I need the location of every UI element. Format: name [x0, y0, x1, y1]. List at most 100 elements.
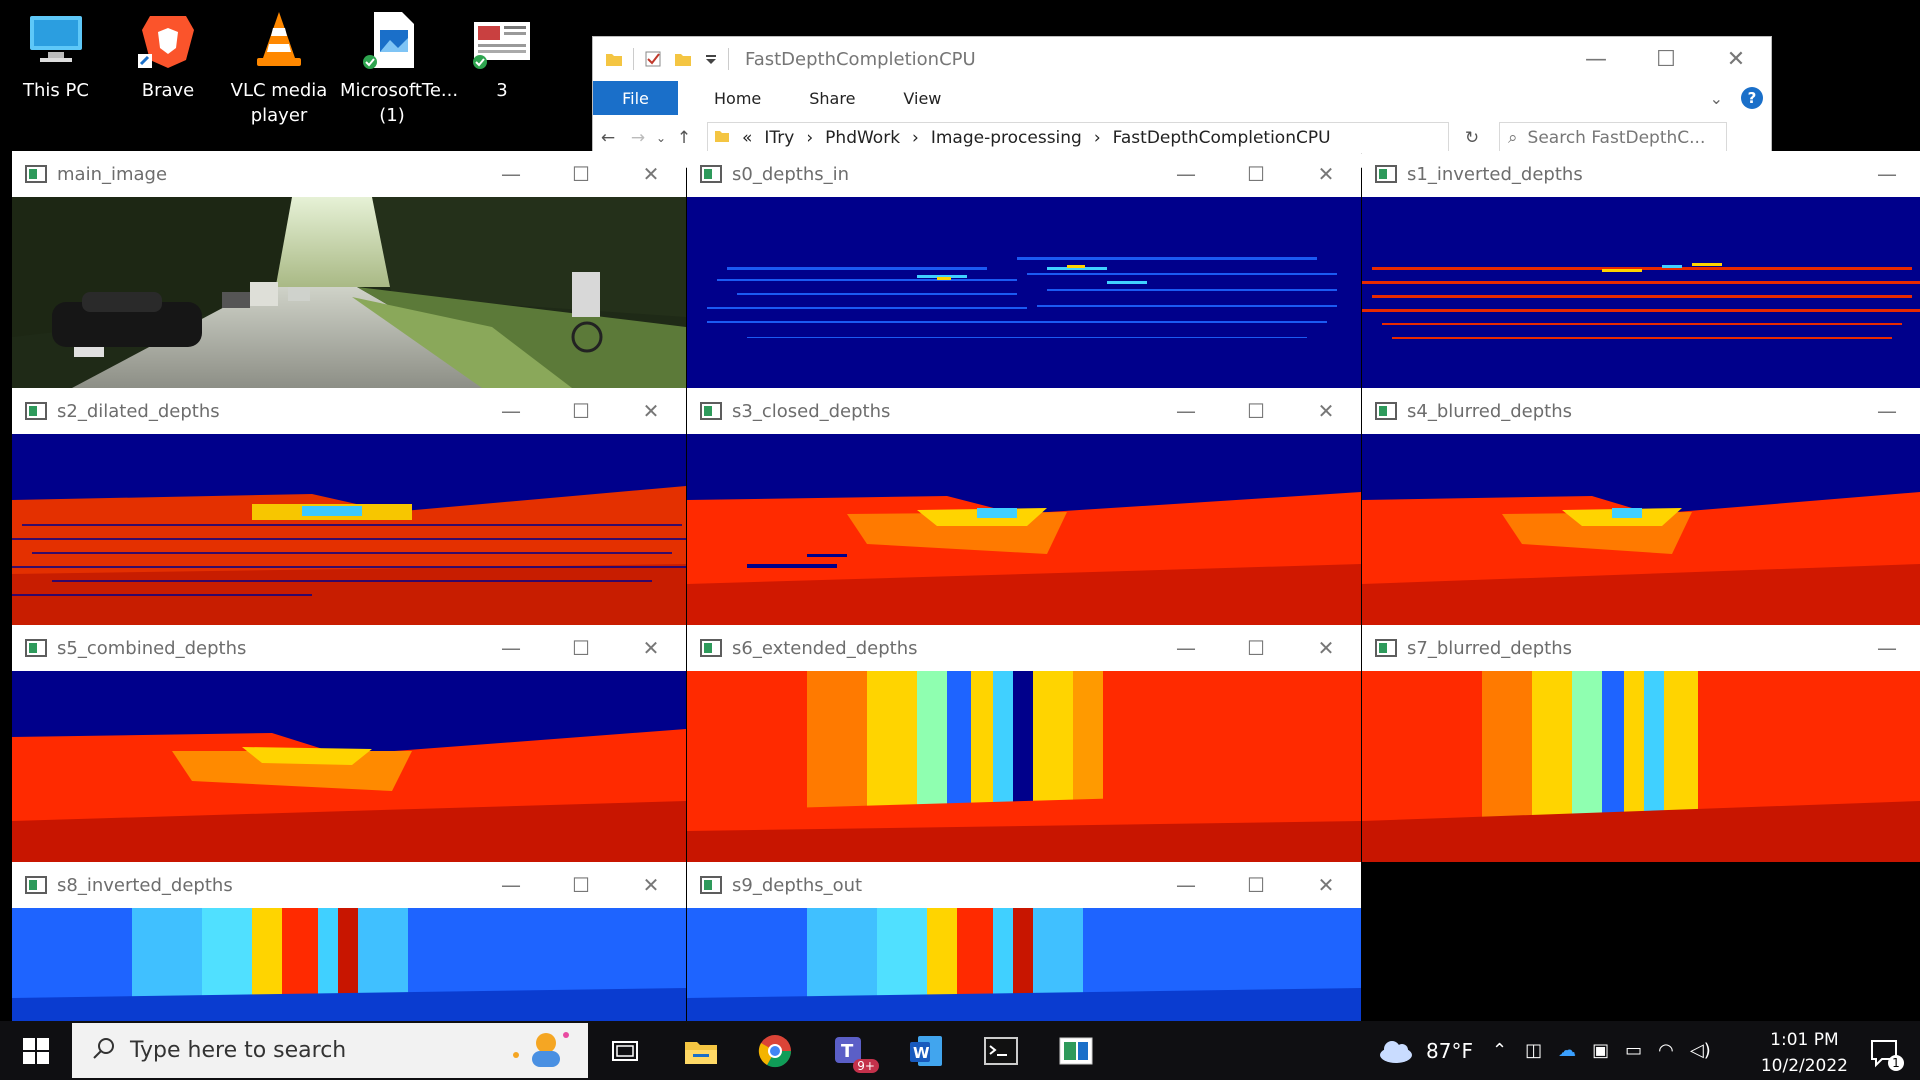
main-image-canvas	[12, 197, 686, 388]
maximize-button[interactable]: ☐	[546, 636, 616, 660]
maximize-button[interactable]: ☐	[1221, 636, 1291, 660]
cv-window-s7-blurred-depths[interactable]: s7_blurred_depths —	[1362, 625, 1920, 862]
weather-widget[interactable]: 87°F	[1376, 1021, 1473, 1080]
close-button[interactable]: ✕	[616, 636, 686, 660]
cv-window-s5-combined-depths[interactable]: s5_combined_depths — ☐ ✕	[12, 625, 686, 862]
clock[interactable]: 1:01 PM 10/2/2022	[1761, 1027, 1848, 1079]
desktop-icon-this-pc[interactable]: This PC	[6, 8, 106, 103]
up-arrow-icon[interactable]: ↑	[669, 128, 699, 148]
window-title: s8_inverted_depths	[57, 874, 233, 896]
chrome-taskbar-icon[interactable]	[753, 1029, 797, 1073]
chevron-up-icon[interactable]: ⌃	[1492, 1040, 1507, 1061]
tab-share[interactable]: Share	[809, 89, 855, 108]
breadcrumb[interactable]: « ITry › PhdWork › Image-processing › Fa…	[707, 122, 1449, 154]
maximize-button[interactable]: ☐	[1221, 873, 1291, 897]
taskbar-search-input[interactable]: Type here to search	[72, 1023, 588, 1078]
close-button[interactable]: ✕	[1291, 636, 1361, 660]
breadcrumb-overflow[interactable]: «	[742, 128, 752, 148]
properties-icon[interactable]	[644, 50, 662, 68]
brave-icon	[136, 8, 200, 72]
word-taskbar-icon[interactable]: W	[904, 1029, 948, 1073]
minimize-button[interactable]: —	[476, 399, 546, 423]
battery-icon[interactable]: ▭	[1625, 1040, 1642, 1061]
maximize-button[interactable]: ☐	[546, 399, 616, 423]
expand-ribbon-icon[interactable]: ⌄	[1710, 89, 1723, 108]
display-icon[interactable]: ▣	[1592, 1040, 1609, 1061]
minimize-button[interactable]: —	[1852, 162, 1920, 186]
cv-window-main-image[interactable]: main_image — ☐ ✕	[12, 151, 686, 388]
minimize-button[interactable]: —	[476, 873, 546, 897]
close-button[interactable]: ✕	[616, 399, 686, 423]
terminal-taskbar-icon[interactable]	[979, 1029, 1023, 1073]
cv-window-s6-extended-depths[interactable]: s6_extended_depths — ☐ ✕	[687, 625, 1361, 862]
close-button[interactable]: ✕	[616, 162, 686, 186]
minimize-button[interactable]: —	[1151, 399, 1221, 423]
windows-logo-icon	[23, 1037, 49, 1064]
s6-extended-depths-canvas	[687, 671, 1361, 862]
maximize-button[interactable]: ☐	[546, 162, 616, 186]
opencv-window-taskbar-icon[interactable]	[1054, 1029, 1098, 1073]
tab-home[interactable]: Home	[714, 89, 761, 108]
s9-depths-out-canvas	[687, 908, 1361, 1021]
task-view-icon[interactable]	[603, 1029, 647, 1073]
desktop-icon-microsoftte[interactable]: MicrosoftTe... (1)	[340, 8, 458, 128]
window-title: s9_depths_out	[732, 874, 863, 896]
explorer-search-input[interactable]: ⌕ Search FastDepthC...	[1499, 122, 1727, 154]
volume-icon[interactable]: ◁)	[1690, 1040, 1711, 1061]
window-title: s2_dilated_depths	[57, 400, 220, 422]
app-icon	[700, 165, 722, 183]
back-arrow-icon[interactable]: ←	[593, 128, 623, 148]
app-icon	[1375, 639, 1397, 657]
minimize-button[interactable]: —	[1151, 873, 1221, 897]
cv-window-s1-inverted-depths[interactable]: s1_inverted_depths —	[1362, 151, 1920, 388]
close-button[interactable]: ✕	[1291, 873, 1361, 897]
minimize-button[interactable]: —	[1852, 636, 1920, 660]
breadcrumb-item-image-processing[interactable]: Image-processing	[931, 128, 1082, 148]
refresh-icon[interactable]: ↻	[1457, 128, 1487, 148]
teams-taskbar-icon[interactable]: T 9+	[829, 1029, 879, 1073]
customize-dropdown-icon[interactable]	[704, 50, 718, 68]
desktop-icon-vlc[interactable]: VLC media player	[229, 8, 329, 128]
cv-window-s2-dilated-depths[interactable]: s2_dilated_depths — ☐ ✕	[12, 388, 686, 625]
cv-window-s4-blurred-depths[interactable]: s4_blurred_depths —	[1362, 388, 1920, 625]
tab-view[interactable]: View	[903, 89, 941, 108]
minimize-button[interactable]: —	[1561, 37, 1631, 81]
recent-locations-icon[interactable]: ⌄	[653, 131, 669, 145]
maximize-button[interactable]: ☐	[546, 873, 616, 897]
breadcrumb-item-itry[interactable]: ITry	[764, 128, 794, 148]
desktop-icon-brave[interactable]: Brave	[118, 8, 218, 103]
new-folder-icon[interactable]	[674, 50, 692, 68]
breadcrumb-item-phdwork[interactable]: PhdWork	[825, 128, 900, 148]
minimize-button[interactable]: —	[476, 636, 546, 660]
app-icon	[1375, 402, 1397, 420]
cv-window-s3-closed-depths[interactable]: s3_closed_depths — ☐ ✕	[687, 388, 1361, 625]
minimize-button[interactable]: —	[476, 162, 546, 186]
close-button[interactable]: ✕	[1291, 399, 1361, 423]
maximize-button[interactable]: ☐	[1221, 162, 1291, 186]
close-button[interactable]: ✕	[616, 873, 686, 897]
help-icon[interactable]: ?	[1741, 87, 1763, 109]
forward-arrow-icon[interactable]: →	[623, 128, 653, 148]
minimize-button[interactable]: —	[1852, 399, 1920, 423]
meet-now-icon[interactable]: ◫	[1525, 1040, 1542, 1061]
cv-window-s9-depths-out[interactable]: s9_depths_out — ☐ ✕	[687, 862, 1361, 1021]
close-button[interactable]: ✕	[1701, 37, 1771, 81]
wifi-icon[interactable]: ◠	[1658, 1040, 1674, 1061]
folder-icon	[714, 128, 730, 149]
breadcrumb-item-fastdepthcompletioncpu[interactable]: FastDepthCompletionCPU	[1113, 128, 1331, 148]
minimize-button[interactable]: —	[1151, 636, 1221, 660]
tab-file[interactable]: File	[593, 81, 678, 115]
notification-center-icon[interactable]: 1	[1868, 1035, 1904, 1071]
start-button[interactable]	[0, 1021, 72, 1080]
search-placeholder: Type here to search	[130, 1038, 347, 1063]
file-explorer-taskbar-icon[interactable]	[679, 1029, 723, 1073]
app-icon	[1375, 165, 1397, 183]
close-button[interactable]: ✕	[1291, 162, 1361, 186]
cv-window-s0-depths-in[interactable]: s0_depths_in — ☐ ✕	[687, 151, 1361, 388]
maximize-button[interactable]: ☐	[1631, 37, 1701, 81]
desktop-icon-3[interactable]: 3	[452, 8, 552, 103]
maximize-button[interactable]: ☐	[1221, 399, 1291, 423]
cv-window-s8-inverted-depths[interactable]: s8_inverted_depths — ☐ ✕	[12, 862, 686, 1021]
minimize-button[interactable]: —	[1151, 162, 1221, 186]
onedrive-cloud-icon[interactable]: ☁	[1558, 1040, 1576, 1061]
